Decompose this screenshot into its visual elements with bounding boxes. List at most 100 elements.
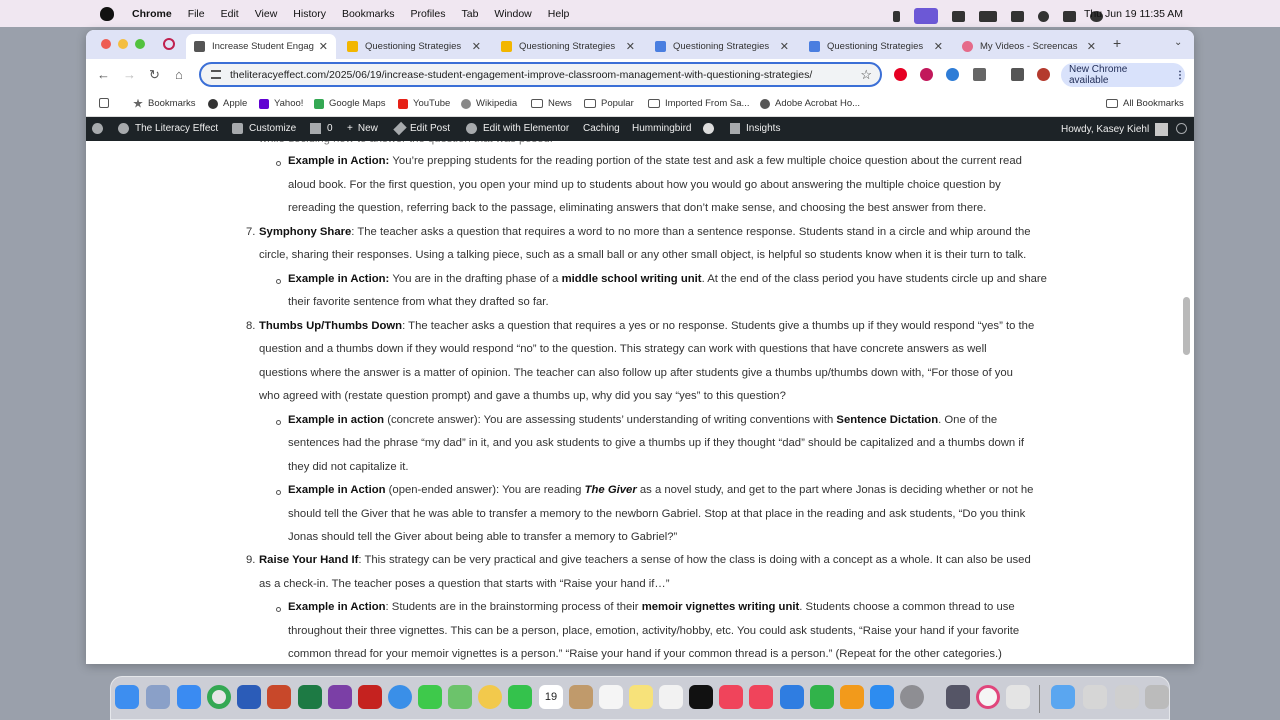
apps-grid-icon[interactable]	[99, 98, 114, 108]
bookmark-folder-news[interactable]: News	[531, 98, 572, 109]
messages-icon[interactable]	[418, 685, 442, 709]
wp-insights[interactable]: Insights	[730, 123, 780, 134]
close-tab-icon[interactable]: ✕	[319, 40, 328, 53]
notes-icon[interactable]	[629, 685, 653, 709]
extension-icon[interactable]	[920, 68, 933, 81]
close-tab-icon[interactable]: ✕	[626, 40, 635, 53]
menu-app-name[interactable]: Chrome	[132, 8, 172, 20]
trash-icon[interactable]	[1145, 685, 1169, 709]
music-icon[interactable]	[719, 685, 743, 709]
bookmark-apple[interactable]: Apple	[208, 98, 247, 109]
close-tab-icon[interactable]: ✕	[934, 40, 943, 53]
close-tab-icon[interactable]: ✕	[780, 40, 789, 53]
pinterest-icon[interactable]	[894, 68, 907, 81]
kebab-menu-icon[interactable]: ⋮	[1175, 70, 1185, 81]
menu-bookmarks[interactable]: Bookmarks	[342, 8, 395, 20]
maps-icon[interactable]	[448, 685, 472, 709]
menu-file[interactable]: File	[188, 8, 205, 20]
menubar-clock[interactable]: Thu Jun 19 11:35 AM	[1084, 8, 1183, 20]
wp-customize[interactable]: Customize	[232, 123, 296, 134]
wp-comments[interactable]: 0	[310, 123, 333, 134]
extensions-puzzle-icon[interactable]	[973, 68, 986, 81]
excel-icon[interactable]	[298, 685, 322, 709]
apple-icon[interactable]	[100, 6, 114, 21]
battery-icon[interactable]	[979, 10, 997, 22]
link-memoir-vignettes-writing-unit[interactable]: memoir vignettes writing unit	[642, 601, 800, 613]
acrobat-icon[interactable]	[358, 685, 382, 709]
bookmark-folder-imported[interactable]: Imported From Sa...	[648, 98, 749, 109]
tab-questioning-strategies-1[interactable]: Questioning Strategies ✕	[339, 34, 489, 59]
textedit-icon[interactable]	[1006, 685, 1030, 709]
tab-increase-student-engagement[interactable]: Increase Student Engag ✕	[186, 34, 336, 59]
wp-hummingbird[interactable]: Hummingbird	[632, 123, 691, 134]
photos-icon[interactable]	[478, 685, 502, 709]
creative-cloud-icon[interactable]	[976, 685, 1000, 709]
profile-avatar[interactable]	[1037, 68, 1050, 81]
onenote-icon[interactable]	[328, 685, 352, 709]
close-tab-icon[interactable]: ✕	[472, 40, 481, 53]
wp-search-icon[interactable]	[1176, 123, 1193, 134]
reload-button[interactable]: ↻	[149, 67, 160, 83]
chrome-icon[interactable]	[207, 685, 231, 709]
site-info-icon[interactable]	[211, 70, 221, 79]
downloads-folder-icon[interactable]	[1051, 685, 1075, 709]
numbers-icon[interactable]	[810, 685, 834, 709]
bookmark-folder-popular[interactable]: Popular	[584, 98, 634, 109]
wifi-icon[interactable]	[1011, 10, 1024, 22]
bookmark-google-maps[interactable]: Google Maps	[314, 98, 386, 109]
page-scrollbar[interactable]	[1183, 297, 1190, 355]
reminders-icon[interactable]	[599, 685, 623, 709]
extension-icon[interactable]	[946, 68, 959, 81]
close-tab-icon[interactable]: ✕	[1087, 40, 1096, 53]
recent-window-icon[interactable]	[1115, 685, 1139, 709]
link-middle-school-writing-unit[interactable]: middle school writing unit	[562, 273, 702, 285]
new-tab-button[interactable]: +	[1113, 35, 1121, 51]
bookmark-star-icon[interactable]: ☆	[860, 67, 872, 83]
tab-questioning-strategies-2[interactable]: Questioning Strategies ✕	[493, 34, 643, 59]
contacts-icon[interactable]	[569, 685, 593, 709]
news-icon[interactable]	[749, 685, 773, 709]
tab-search-chevron-icon[interactable]: ⌄	[1174, 37, 1182, 48]
app-store-icon[interactable]	[870, 685, 894, 709]
bookmark-bookmarks[interactable]: Bookmarks	[133, 98, 196, 109]
menu-tab[interactable]: Tab	[461, 8, 478, 20]
forward-button[interactable]: →	[123, 67, 136, 82]
screen-recorder-icon[interactable]	[914, 8, 938, 24]
hummingbird-icon[interactable]	[703, 123, 720, 134]
apple-tv-icon[interactable]	[689, 685, 713, 709]
minimize-window-button[interactable]	[118, 39, 128, 49]
tab-my-videos[interactable]: My Videos - Screencas ✕	[954, 34, 1104, 59]
zoom-window-button[interactable]	[135, 39, 145, 49]
bookmark-youtube[interactable]: YouTube	[398, 98, 450, 109]
tab-questioning-strategies-3[interactable]: Questioning Strategies ✕	[647, 34, 797, 59]
recording-icon[interactable]	[163, 38, 175, 50]
mail-icon[interactable]	[177, 685, 201, 709]
search-icon[interactable]	[1038, 10, 1049, 22]
calendar-icon[interactable]: 19	[539, 685, 563, 709]
powerpoint-icon[interactable]	[267, 685, 291, 709]
menu-help[interactable]: Help	[548, 8, 570, 20]
close-window-button[interactable]	[101, 39, 111, 49]
link-sentence-dictation[interactable]: Sentence Dictation	[836, 414, 938, 426]
home-button[interactable]: ⌂	[175, 67, 183, 82]
url-text[interactable]: theliteracyeffect.com/2025/06/19/increas…	[230, 69, 860, 81]
wordpress-logo-icon[interactable]	[92, 123, 109, 134]
menu-edit[interactable]: Edit	[221, 8, 239, 20]
system-settings-icon[interactable]	[900, 685, 924, 709]
bookmark-wikipedia[interactable]: Wikipedia	[461, 98, 517, 109]
facetime-icon[interactable]	[508, 685, 532, 709]
microphone-icon[interactable]	[893, 10, 900, 22]
menu-history[interactable]: History	[293, 8, 326, 20]
menu-window[interactable]: Window	[494, 8, 531, 20]
wp-new[interactable]: + New	[347, 123, 378, 134]
word-icon[interactable]	[237, 685, 261, 709]
wp-edit-with-elementor[interactable]: Edit with Elementor	[466, 123, 569, 134]
launchpad-icon[interactable]	[146, 685, 170, 709]
back-button[interactable]: ←	[97, 67, 110, 82]
wp-edit-post[interactable]: Edit Post	[393, 121, 450, 136]
screen-recorder-app-icon[interactable]	[946, 685, 970, 709]
address-bar[interactable]: theliteracyeffect.com/2025/06/19/increas…	[199, 62, 882, 87]
menu-view[interactable]: View	[255, 8, 278, 20]
wp-caching[interactable]: Caching	[583, 123, 620, 134]
wp-site-name[interactable]: The Literacy Effect	[118, 123, 218, 134]
